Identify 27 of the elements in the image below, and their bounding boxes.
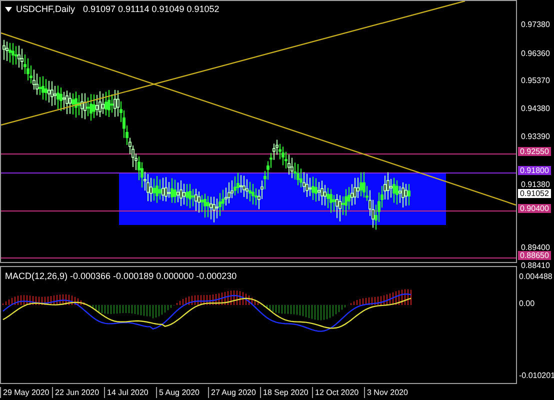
date-axis-label: 14 Jul 2020: [107, 386, 148, 398]
price-axis-label: 0.94380: [521, 105, 550, 114]
price-axis-label: 0.91380: [521, 181, 550, 189]
current-price-tag: 0.91052: [518, 188, 551, 198]
price-axis-label: 0.93390: [521, 133, 550, 141]
date-axis-label: 5 Aug 2020: [159, 386, 200, 398]
symbol-label: USDCHF,Daily: [16, 3, 76, 16]
price-axis-label: 0.96360: [521, 50, 550, 58]
macd-axis-label: 0.00: [519, 300, 535, 308]
level-price-tag: 0.91800: [518, 166, 551, 175]
price-axis-label: 0.89400: [521, 244, 550, 252]
date-axis-label: 18 Sep 2020: [263, 386, 308, 398]
price-axis-label: 0.88410: [521, 262, 550, 270]
date-axis-label: 27 Aug 2020: [211, 386, 256, 398]
macd-axis-label: 0.004488: [519, 273, 552, 281]
date-axis-label: 12 Oct 2020: [315, 386, 359, 398]
macd-label: MACD(12,26,9) -0.000366 -0.000189 0.000000 -0.000230: [5, 270, 237, 283]
date-axis-label: 22 Jun 2020: [55, 386, 100, 398]
price-axis-label: 0.97380: [521, 21, 550, 29]
level-price-tag: 0.90400: [518, 204, 551, 213]
caret-icon[interactable]: [5, 7, 12, 12]
date-axis-label: 3 Nov 2020: [367, 386, 408, 398]
level-price-tag: 0.88650: [518, 251, 551, 260]
ohlc-values: 0.91097 0.91114 0.91049 0.91052: [83, 3, 220, 16]
date-axis-label: 29 May 2020: [3, 386, 50, 398]
level-price-tag: 0.92550: [518, 147, 551, 156]
price-axis-label: 0.95370: [521, 77, 550, 86]
